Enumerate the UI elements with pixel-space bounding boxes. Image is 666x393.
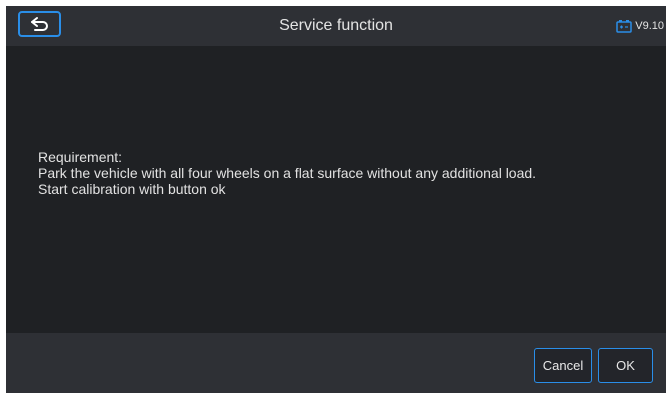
- version-indicator: V9.10: [616, 18, 664, 34]
- instruction-message: Requirement: Park the vehicle with all f…: [38, 149, 536, 197]
- page-title: Service function: [279, 17, 393, 34]
- header-bar: Service function V9.10: [6, 6, 666, 46]
- battery-icon: [616, 20, 632, 33]
- message-line: Start calibration with button ok: [38, 181, 226, 197]
- content-area: Requirement: Park the vehicle with all f…: [6, 46, 666, 333]
- cancel-button[interactable]: Cancel: [534, 348, 592, 383]
- back-arrow-icon: [30, 17, 48, 31]
- back-button[interactable]: [18, 11, 61, 37]
- message-line: Park the vehicle with all four wheels on…: [38, 165, 537, 181]
- footer-bar: Cancel OK: [6, 333, 666, 393]
- version-label: V9.10: [635, 20, 664, 32]
- message-line: Requirement:: [38, 149, 123, 165]
- app-screen: Service function V9.10 Requirement: Park…: [6, 6, 666, 393]
- ok-button[interactable]: OK: [598, 348, 653, 383]
